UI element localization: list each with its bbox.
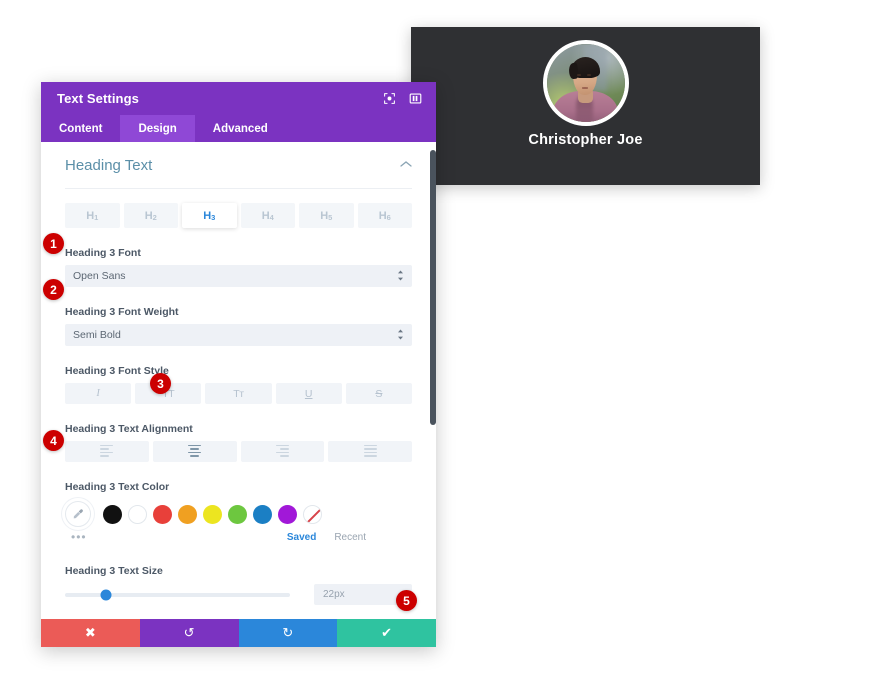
align-right-button[interactable] <box>240 441 325 462</box>
heading3-font-value: Open Sans <box>73 270 126 282</box>
section-title: Heading Text <box>65 156 153 174</box>
saved-colors-link[interactable]: Saved <box>287 532 316 543</box>
avatar-mouth <box>581 87 588 89</box>
h-tab-label: H <box>378 209 387 222</box>
heading-tab-h2[interactable]: H2 <box>123 203 178 228</box>
swatch-purple[interactable] <box>278 504 297 524</box>
annotation-badge-3: 3 <box>150 373 171 394</box>
align-left-button[interactable] <box>65 441 149 462</box>
select-arrows-icon <box>397 270 404 282</box>
eyedropper-icon[interactable] <box>65 501 91 527</box>
heading3-text-alignment-buttons <box>65 441 412 462</box>
save-button[interactable]: ✔ <box>337 619 436 647</box>
heading3-text-size-slider[interactable] <box>65 589 290 600</box>
panel-title: Text Settings <box>57 91 139 106</box>
color-swatch-row <box>65 499 412 529</box>
layout-columns-icon[interactable] <box>407 90 424 107</box>
redo-button[interactable]: ↻ <box>238 619 338 647</box>
heading3-font-select[interactable]: Open Sans <box>65 265 412 287</box>
panel-scrollbar[interactable] <box>425 142 436 619</box>
panel-action-bar: ✖ ↺ ↻ ✔ <box>41 619 436 647</box>
heading-tab-h3[interactable]: H3 <box>182 203 237 228</box>
select-arrows-icon <box>397 329 404 341</box>
heading3-font-style-buttons: I TT Tᴛ U S <box>65 383 413 404</box>
chevron-up-icon[interactable] <box>400 160 412 171</box>
label-heading3-font-weight: Heading 3 Font Weight <box>65 306 179 318</box>
h-tab-number: 2 <box>152 213 157 222</box>
section-header-heading-text[interactable]: Heading Text <box>65 142 412 189</box>
more-colors-button[interactable]: ••• <box>65 530 107 544</box>
color-preset-links: Saved Recent <box>287 532 412 543</box>
recent-colors-link[interactable]: Recent <box>334 532 366 543</box>
annotation-badge-2: 2 <box>43 279 64 300</box>
annotation-badge-1: 1 <box>43 233 64 254</box>
slider-handle[interactable] <box>100 589 111 600</box>
align-center-icon <box>188 444 202 459</box>
h-tab-label: H <box>261 209 270 222</box>
heading-tab-h6[interactable]: H6 <box>357 203 412 228</box>
small-caps-button[interactable]: Tᴛ <box>205 383 272 404</box>
align-left-icon <box>100 444 114 459</box>
move-icon[interactable] <box>381 90 398 107</box>
label-heading3-font: Heading 3 Font <box>65 247 141 259</box>
h-tab-label: H <box>320 209 329 222</box>
scrollbar-thumb[interactable] <box>430 150 436 425</box>
h-tab-label: H <box>203 209 212 222</box>
profile-card: Christopher Joe <box>411 27 760 185</box>
tab-design[interactable]: Design <box>120 115 195 142</box>
swatch-green[interactable] <box>228 504 247 524</box>
swatch-black[interactable] <box>103 504 122 524</box>
panel-tab-bar: Content Design Advanced <box>41 115 436 142</box>
h-tab-label: H <box>86 209 95 222</box>
panel-header: Text Settings <box>41 82 436 115</box>
underline-button[interactable]: U <box>275 383 342 404</box>
strikethrough-button[interactable]: S <box>345 383 413 404</box>
swatch-yellow[interactable] <box>203 504 222 524</box>
profile-name: Christopher Joe <box>528 132 643 148</box>
underline-glyph: U <box>304 387 313 400</box>
panel-scroll-content: Heading Text H1 H2 H3 H4 H5 H6 Heading 3… <box>41 142 436 619</box>
heading-tab-h4[interactable]: H4 <box>240 203 295 228</box>
heading3-text-size-row: 22px <box>65 584 412 605</box>
heading3-font-weight-select[interactable]: Semi Bold <box>65 324 412 346</box>
annotation-badge-5: 5 <box>396 590 417 611</box>
heading-tab-h1[interactable]: H1 <box>65 203 120 228</box>
text-settings-panel: Text Settings Content Design Advanced He… <box>41 82 436 647</box>
small-caps-glyph: Tᴛ <box>233 387 244 400</box>
align-justify-icon <box>363 444 377 459</box>
h-tab-number: 4 <box>269 213 274 222</box>
heading-tab-h5[interactable]: H5 <box>299 203 354 228</box>
cancel-button[interactable]: ✖ <box>41 619 140 647</box>
swatch-none[interactable] <box>303 504 322 524</box>
h-tab-label: H <box>144 209 153 222</box>
panel-body: Heading Text H1 H2 H3 H4 H5 H6 Heading 3… <box>41 142 436 619</box>
h-tab-number: 3 <box>211 213 216 222</box>
avatar <box>542 40 629 126</box>
italic-glyph: I <box>96 388 100 399</box>
align-center-button[interactable] <box>152 441 237 462</box>
label-heading3-text-color: Heading 3 Text Color <box>65 481 170 493</box>
h-tab-number: 5 <box>328 213 333 222</box>
heading3-font-weight-value: Semi Bold <box>73 329 121 341</box>
heading-level-tabs: H1 H2 H3 H4 H5 H6 <box>65 203 412 228</box>
tab-advanced[interactable]: Advanced <box>195 115 286 142</box>
label-heading3-text-size: Heading 3 Text Size <box>65 565 163 577</box>
h-tab-number: 6 <box>386 213 391 222</box>
swatch-red[interactable] <box>153 504 172 524</box>
label-heading3-font-style: Heading 3 Font Style <box>65 365 169 377</box>
swatch-blue[interactable] <box>253 504 272 524</box>
align-right-icon <box>275 444 289 459</box>
tab-content[interactable]: Content <box>41 115 120 142</box>
swatch-white[interactable] <box>128 504 147 524</box>
swatch-orange[interactable] <box>178 504 197 524</box>
undo-button[interactable]: ↺ <box>139 619 239 647</box>
align-justify-button[interactable] <box>328 441 412 462</box>
h-tab-number: 1 <box>94 213 99 222</box>
annotation-badge-4: 4 <box>43 430 64 451</box>
label-heading3-text-alignment: Heading 3 Text Alignment <box>65 423 193 435</box>
italic-button[interactable]: I <box>65 383 132 404</box>
color-swatch-subrow: ••• Saved Recent <box>65 528 412 546</box>
strikethrough-glyph: S <box>375 387 383 400</box>
